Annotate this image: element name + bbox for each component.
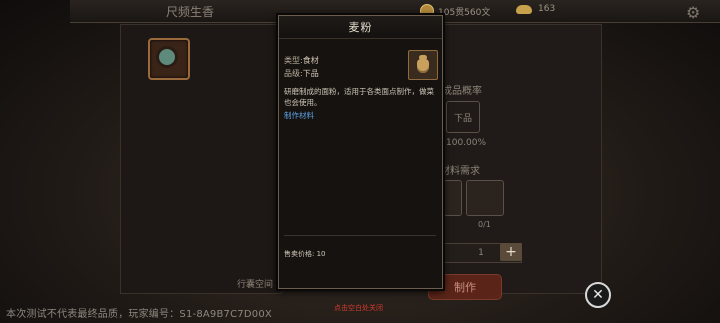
item-name: 麦粉 <box>348 21 373 34</box>
type-value: 食材 <box>302 56 319 65</box>
price-label: 售卖价格: <box>284 250 315 258</box>
item-tag: 制作材料 <box>284 111 314 120</box>
rate-grade: 下品 <box>453 113 472 124</box>
close-hint: 点击空白处关闭 <box>334 304 383 312</box>
ingot-counter: 163 <box>516 4 555 14</box>
item-description: 研磨制成的面粉，适用于各类面点制作，做菜也会使用。 <box>284 87 434 107</box>
flour-sack-icon <box>417 55 429 73</box>
craft-button-label: 制作 <box>454 281 476 294</box>
item-slot-selected[interactable] <box>148 38 190 80</box>
requirement-slot[interactable] <box>466 180 504 216</box>
item-detail-dialog: 麦粉 类型:食材 品级:下品 研磨制成的面粉，适用于各类面点制作，做菜也会使用。… <box>278 15 443 289</box>
grade-label: 品级: <box>284 69 303 78</box>
item-meta: 类型:食材 品级:下品 <box>284 54 319 80</box>
rate-grade-box: 下品 <box>446 101 480 133</box>
test-build-note: 本次测试不代表最终品质，玩家编号：S1-8A9B7C7D00X <box>6 309 272 320</box>
gear-icon[interactable]: ⚙ <box>686 3 700 22</box>
rate-value: 100.00% <box>446 138 487 148</box>
ingot-amount: 163 <box>538 4 556 14</box>
inventory-panel <box>120 24 282 294</box>
plus-button[interactable]: + <box>500 243 522 261</box>
bag-space-label: 行囊空间 <box>237 280 274 290</box>
sell-price: 售卖价格: 10 <box>284 249 326 259</box>
shop-title: 尺频生香 <box>166 5 215 19</box>
close-icon[interactable]: ✕ <box>585 282 611 308</box>
rate-label: 成品概率 <box>442 86 482 97</box>
type-label: 类型: <box>284 56 303 65</box>
requirement-count: 0/1 <box>478 220 491 229</box>
divider <box>284 235 436 236</box>
quantity-value: 1 <box>478 248 484 258</box>
item-icon-box <box>408 50 438 80</box>
requirement-label: 材料需求 <box>440 166 480 177</box>
grade-value: 下品 <box>302 69 319 78</box>
price-value: 10 <box>316 250 326 258</box>
dialog-header: 麦粉 <box>279 16 442 39</box>
coin-amount: 105贯560文 <box>438 7 491 18</box>
ingot-icon <box>516 4 532 14</box>
